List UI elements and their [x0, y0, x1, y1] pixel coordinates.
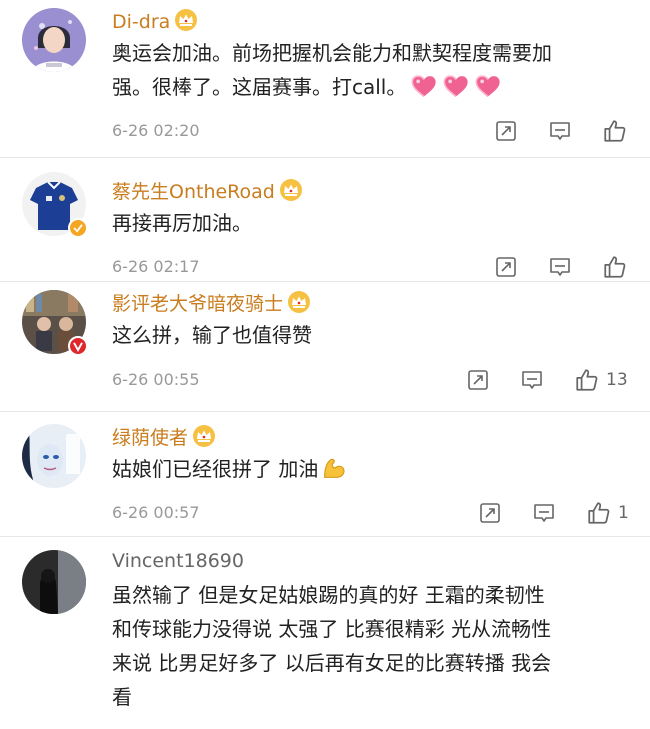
comment-actions: 13	[466, 366, 628, 394]
comment-item: 绿荫使者 姑娘们已经很拼了 加油 6-26 00:57 1	[0, 412, 650, 537]
username[interactable]: Vincent18690	[112, 550, 244, 572]
username[interactable]: 绿荫使者	[112, 424, 216, 449]
comment-text: 姑娘们已经很拼了 加油	[112, 452, 632, 486]
like-icon	[586, 500, 612, 526]
vip-crown-icon	[174, 8, 198, 32]
avatar[interactable]	[22, 8, 86, 72]
comment-text-line: 奥运会加油。前场把握机会能力和默契程度需要加	[112, 41, 552, 65]
vip-crown-icon	[192, 424, 216, 448]
reply-button[interactable]	[548, 255, 572, 279]
comment-text-fragment: 强。很棒了。这届赛事。打call。	[112, 75, 407, 99]
like-button[interactable]: 13	[574, 367, 628, 393]
comment-icon	[548, 119, 572, 143]
username-label[interactable]: Vincent18690	[112, 550, 244, 572]
share-button[interactable]	[494, 255, 518, 279]
comment-text-line: 和传球能力没得说 太强了 比赛很精彩 光从流畅性	[112, 617, 552, 641]
comment-text-line: 来说 比男足好多了 以后再有女足的比赛转播 我会	[112, 651, 552, 675]
username[interactable]: Di-dra	[112, 8, 198, 33]
comment-item: Vincent18690 虽然输了 但是女足姑娘踢的真的好 王霜的柔韧性 和传球…	[0, 537, 650, 729]
comment-icon	[520, 368, 544, 392]
comment-item: 影评老大爷暗夜骑士 这么拼，输了也值得赞 6-26 00:55 13	[0, 282, 650, 412]
heart-emoji-group	[406, 75, 502, 99]
like-count: 1	[618, 503, 629, 523]
like-count: 13	[606, 370, 628, 390]
share-icon	[494, 119, 518, 143]
like-button[interactable]	[602, 254, 628, 280]
verified-badge-icon	[68, 336, 88, 356]
username-label[interactable]: 蔡先生OntheRoad	[112, 181, 275, 203]
like-icon	[602, 118, 628, 144]
comment-item: Di-dra 奥运会加油。前场把握机会能力和默契程度需要加 强。很棒了。这届赛事…	[0, 0, 650, 158]
comment-text: 这么拼，输了也值得赞	[112, 323, 312, 347]
avatar-image	[22, 550, 86, 614]
comment-text: 虽然输了 但是女足姑娘踢的真的好 王霜的柔韧性 和传球能力没得说 太强了 比赛很…	[112, 578, 632, 714]
pink-heart-emoji	[442, 72, 470, 100]
comment-text-line: 强。很棒了。这届赛事。打call。	[112, 70, 632, 104]
reply-button[interactable]	[520, 368, 544, 392]
flexed-biceps-emoji	[320, 454, 348, 482]
comment-icon	[548, 255, 572, 279]
reply-button[interactable]	[532, 501, 556, 525]
like-button[interactable]	[602, 118, 628, 144]
verified-badge-icon	[68, 218, 88, 238]
username[interactable]: 影评老大爷暗夜骑士	[112, 290, 311, 315]
username-label[interactable]: Di-dra	[112, 11, 170, 33]
timestamp: 6-26 02:20	[112, 121, 200, 140]
avatar[interactable]	[22, 172, 88, 238]
pink-heart-emoji	[410, 72, 438, 100]
avatar-image	[22, 8, 86, 72]
comment-item: 蔡先生OntheRoad 再接再厉加油。 6-26 02:17	[0, 158, 650, 282]
comment-text-fragment: 姑娘们已经很拼了 加油	[112, 457, 319, 481]
share-button[interactable]	[466, 368, 490, 392]
username[interactable]: 蔡先生OntheRoad	[112, 178, 303, 203]
comment-actions	[494, 117, 628, 145]
vip-crown-icon	[287, 290, 311, 314]
comment-text-line: 看	[112, 685, 132, 709]
timestamp: 6-26 00:57	[112, 503, 200, 522]
username-label[interactable]: 绿荫使者	[112, 427, 188, 449]
comment-text: 奥运会加油。前场把握机会能力和默契程度需要加 强。很棒了。这届赛事。打call。	[112, 36, 632, 104]
share-icon	[466, 368, 490, 392]
like-button[interactable]: 1	[586, 500, 629, 526]
like-icon	[574, 367, 600, 393]
avatar[interactable]	[22, 424, 86, 488]
avatar[interactable]	[22, 550, 86, 614]
share-icon	[478, 501, 502, 525]
share-button[interactable]	[478, 501, 502, 525]
share-button[interactable]	[494, 119, 518, 143]
timestamp: 6-26 00:55	[112, 370, 200, 389]
pink-heart-emoji	[474, 72, 502, 100]
username-label[interactable]: 影评老大爷暗夜骑士	[112, 293, 283, 315]
comment-text-line: 虽然输了 但是女足姑娘踢的真的好 王霜的柔韧性	[112, 583, 545, 607]
share-icon	[494, 255, 518, 279]
reply-button[interactable]	[548, 119, 572, 143]
timestamp: 6-26 02:17	[112, 257, 200, 276]
comment-text: 再接再厉加油。	[112, 211, 252, 235]
comment-icon	[532, 501, 556, 525]
comment-actions	[494, 253, 628, 281]
avatar[interactable]	[22, 290, 88, 356]
comment-actions: 1	[478, 499, 629, 527]
avatar-image	[22, 424, 86, 488]
vip-crown-icon	[279, 178, 303, 202]
like-icon	[602, 254, 628, 280]
